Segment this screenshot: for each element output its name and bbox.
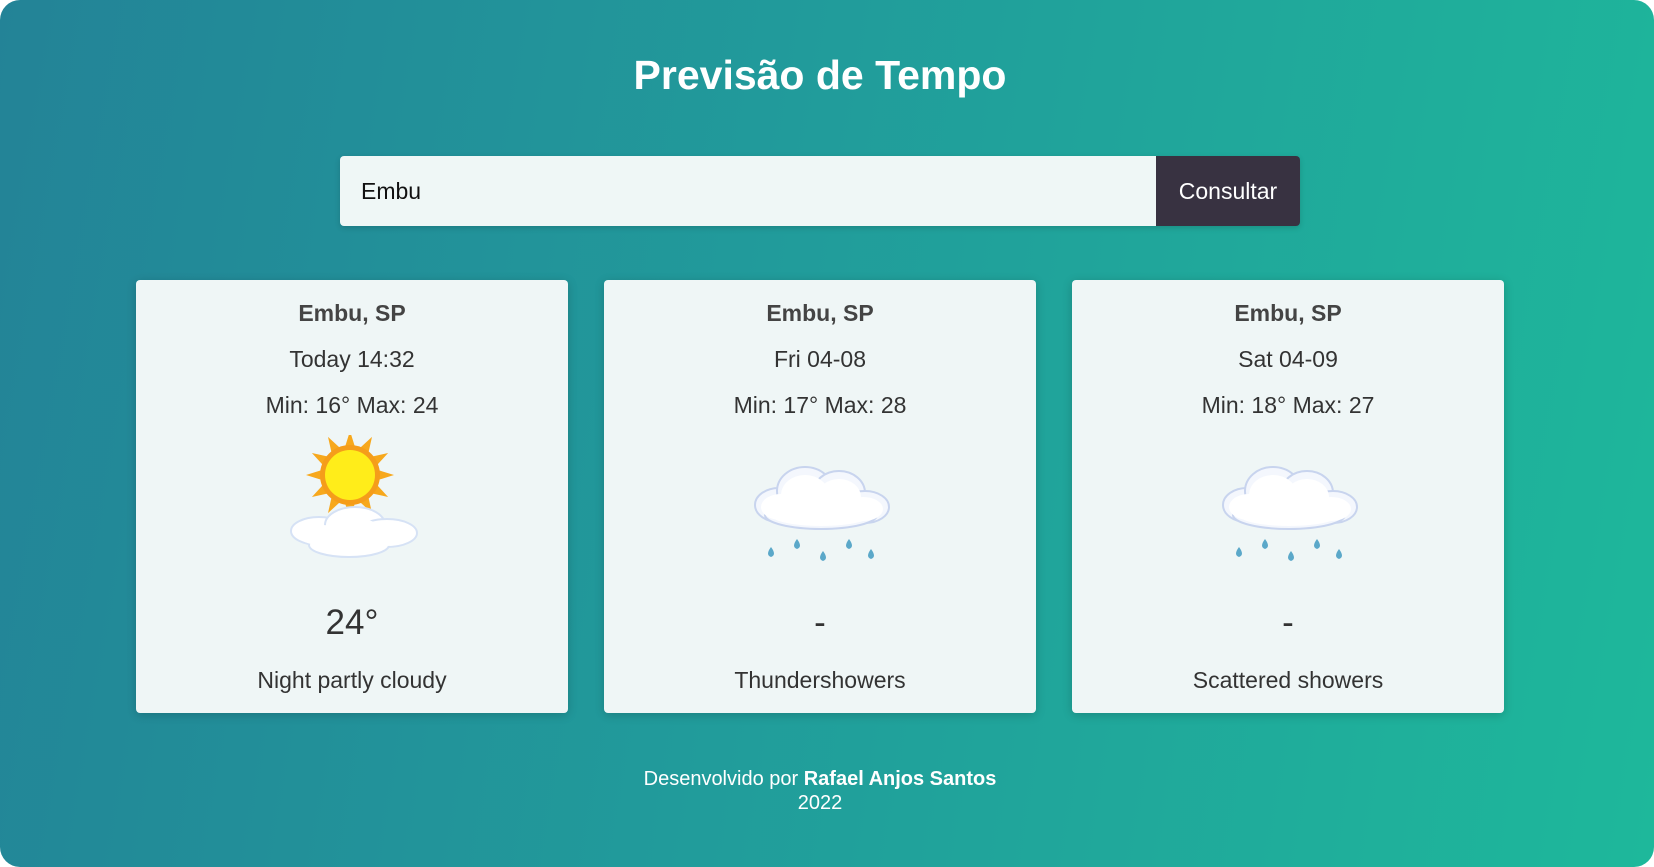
forecast-card-sat: Embu, SP Sat 04-09 Min: 18° Max: 27 - Sc…	[1072, 280, 1504, 713]
app-container: Previsão de Tempo Consultar Embu, SP Tod…	[0, 0, 1654, 867]
search-form: Consultar	[340, 156, 1300, 226]
card-min-max: Min: 18° Max: 27	[1201, 392, 1375, 418]
card-min-max: Min: 17° Max: 28	[733, 392, 907, 418]
rain-cloud-icon	[745, 435, 895, 575]
card-temperature: 24°	[325, 603, 379, 642]
forecast-card-fri: Embu, SP Fri 04-08 Min: 17° Max: 28 - Th…	[604, 280, 1036, 713]
card-temperature: -	[814, 603, 826, 642]
card-description: Scattered showers	[1192, 667, 1384, 693]
footer-author: Rafael Anjos Santos	[803, 768, 997, 790]
city-search-input[interactable]	[340, 156, 1156, 226]
footer-year: 2022	[797, 792, 843, 814]
card-date: Today 14:32	[289, 346, 415, 372]
card-city: Embu, SP	[298, 300, 406, 326]
card-city: Embu, SP	[1234, 300, 1342, 326]
footer-credit: Desenvolvido por Rafael Anjos Santos	[0, 767, 1640, 791]
consultar-button[interactable]: Consultar	[1156, 156, 1300, 226]
page-title: Previsão de Tempo	[633, 52, 1007, 98]
card-temperature: -	[1282, 603, 1294, 642]
card-description: Thundershowers	[734, 667, 906, 693]
card-min-max: Min: 16° Max: 24	[265, 392, 439, 418]
sun-cloud-icon	[277, 431, 427, 575]
rain-cloud-icon	[1213, 435, 1363, 575]
card-date: Fri 04-08	[773, 346, 867, 372]
card-description: Night partly cloudy	[257, 667, 447, 693]
footer: Desenvolvido por Rafael Anjos Santos 202…	[0, 767, 1640, 815]
forecast-cards: Embu, SP Today 14:32 Min: 16° Max: 24 24…	[136, 280, 1504, 713]
footer-prefix: Desenvolvido por	[643, 768, 799, 790]
forecast-card-today: Embu, SP Today 14:32 Min: 16° Max: 24 24…	[136, 280, 568, 713]
card-city: Embu, SP	[766, 300, 874, 326]
card-date: Sat 04-09	[1238, 346, 1338, 372]
